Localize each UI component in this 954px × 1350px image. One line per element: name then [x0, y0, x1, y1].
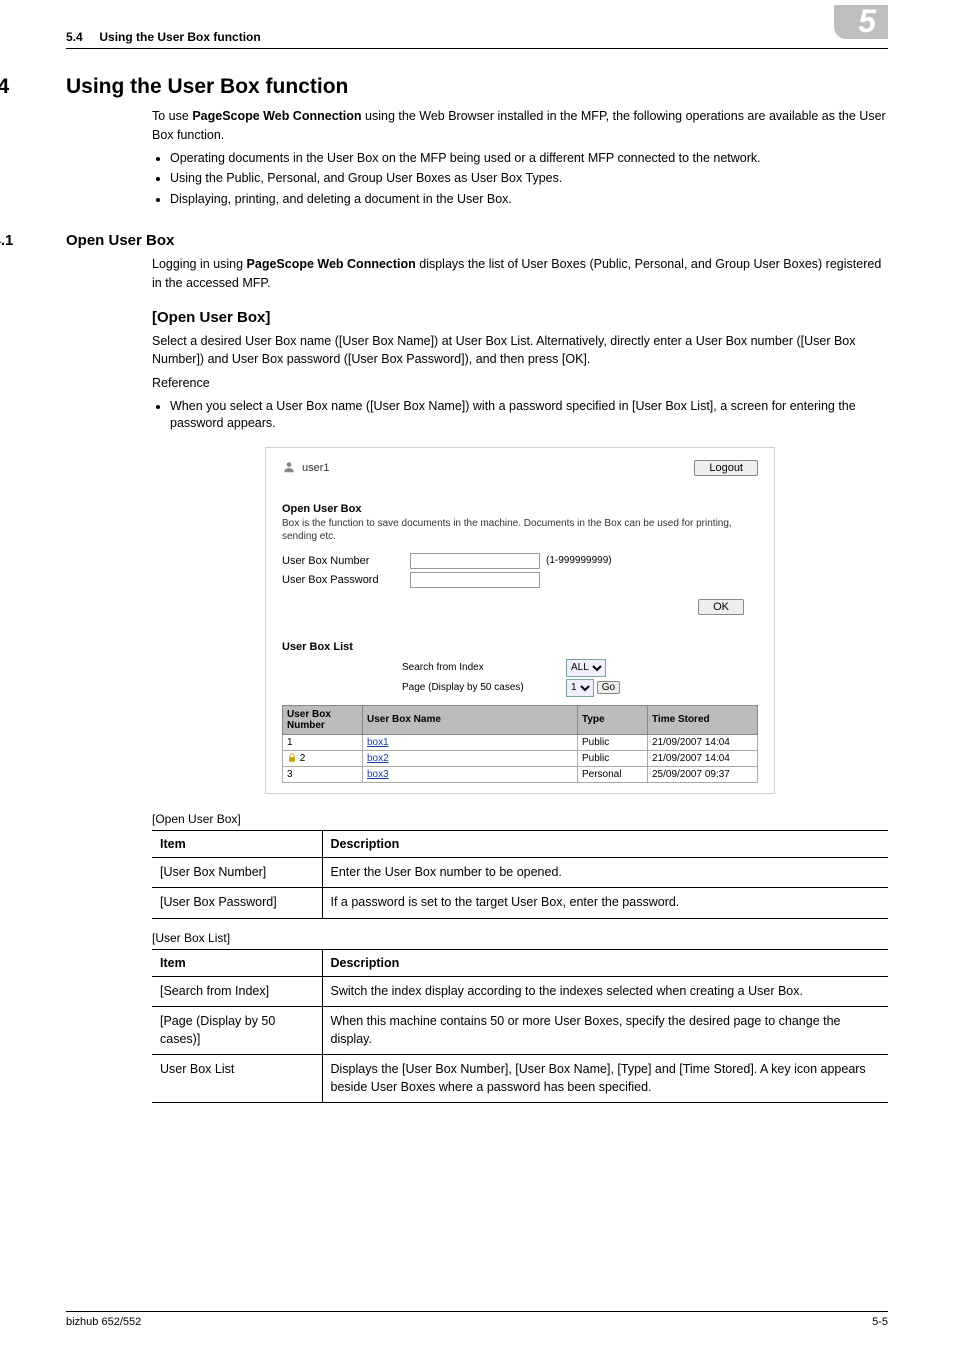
- subsection-num: 5.4.1: [0, 232, 66, 249]
- userbox-name-link[interactable]: box2: [367, 753, 389, 764]
- cell-item: [User Box Number]: [152, 857, 322, 888]
- userbox-password-input[interactable]: [410, 572, 540, 588]
- table-row: 2 box2 Public 21/09/2007 14:04: [283, 750, 758, 766]
- cell-item: [Page (Display by 50 cases)]: [152, 1007, 322, 1055]
- userbox-number-input[interactable]: [410, 553, 540, 569]
- username-label: user1: [302, 462, 330, 474]
- page-header: 5.4 Using the User Box function 5: [66, 30, 888, 49]
- cell-desc: Displays the [User Box Number], [User Bo…: [322, 1055, 888, 1103]
- cell-item: User Box List: [152, 1055, 322, 1103]
- userbox-name-link[interactable]: box3: [367, 769, 389, 780]
- cell-type: Public: [578, 734, 648, 750]
- section-heading-num: 5.4: [0, 75, 66, 99]
- cell-type: Personal: [578, 766, 648, 782]
- th-item: Item: [152, 830, 322, 857]
- table2-caption: [User Box List]: [152, 931, 888, 945]
- section-heading: 5.4 Using the User Box function: [0, 75, 888, 99]
- header-section-num: 5.4: [66, 30, 83, 44]
- footer-left: bizhub 652/552: [66, 1316, 141, 1328]
- ss-pwd-label: User Box Password: [282, 574, 410, 586]
- intro-bullet: Displaying, printing, and deleting a doc…: [170, 191, 888, 209]
- cell-desc: Switch the index display according to th…: [322, 976, 888, 1007]
- subsection-paragraph: Logging in using PageScope Web Connectio…: [152, 255, 888, 293]
- go-button[interactable]: Go: [597, 681, 620, 694]
- user-box-list-table: Item Description [Search from Index] Swi…: [152, 949, 888, 1104]
- table-row: User Box List Displays the [User Box Num…: [152, 1055, 888, 1103]
- subsection-heading: 5.4.1 Open User Box: [0, 232, 888, 249]
- cell-time: 21/09/2007 14:04: [648, 734, 758, 750]
- table-row: [Search from Index] Switch the index dis…: [152, 976, 888, 1007]
- reference-label: Reference: [152, 374, 888, 393]
- cell-time: 21/09/2007 14:04: [648, 750, 758, 766]
- cell-desc: If a password is set to the target User …: [322, 888, 888, 919]
- ss-num-label: User Box Number: [282, 555, 410, 567]
- table1-caption: [Open User Box]: [152, 812, 888, 826]
- header-section-title: Using the User Box function: [99, 30, 260, 44]
- open-user-box-paragraph: Select a desired User Box name ([User Bo…: [152, 332, 888, 370]
- userbox-name-link[interactable]: box1: [367, 737, 389, 748]
- col-userbox-number: User Box Number: [283, 705, 363, 734]
- ss-open-desc: Box is the function to save documents in…: [282, 517, 758, 543]
- th-desc: Description: [322, 830, 888, 857]
- footer-right: 5-5: [872, 1316, 888, 1328]
- ss-num-range: (1-999999999): [546, 555, 612, 566]
- cell-item: [User Box Password]: [152, 888, 322, 919]
- cell-desc: When this machine contains 50 or more Us…: [322, 1007, 888, 1055]
- search-index-select[interactable]: ALL: [566, 659, 606, 677]
- intro-paragraph: To use PageScope Web Connection using th…: [152, 107, 888, 145]
- col-time-stored: Time Stored: [648, 705, 758, 734]
- ok-button[interactable]: OK: [698, 599, 744, 615]
- table-row: [User Box Password] If a password is set…: [152, 888, 888, 919]
- open-user-box-table: Item Description [User Box Number] Enter…: [152, 830, 888, 919]
- cell-type: Public: [578, 750, 648, 766]
- table-row: [User Box Number] Enter the User Box num…: [152, 857, 888, 888]
- intro-bullet: Operating documents in the User Box on t…: [170, 150, 888, 168]
- intro-bullets: Operating documents in the User Box on t…: [152, 150, 888, 209]
- userbox-table: User Box Number User Box Name Type Time …: [282, 705, 758, 783]
- cell-item: [Search from Index]: [152, 976, 322, 1007]
- th-item: Item: [152, 949, 322, 976]
- subsection-title: Open User Box: [66, 232, 174, 249]
- cell-number: 1: [287, 737, 293, 748]
- webconnection-screenshot: user1 Logout Open User Box Box is the fu…: [265, 447, 775, 794]
- chapter-badge: 5: [834, 5, 888, 39]
- logout-button[interactable]: Logout: [694, 460, 758, 476]
- cell-time: 25/09/2007 09:37: [648, 766, 758, 782]
- reference-bullets: When you select a User Box name ([User B…: [152, 398, 888, 433]
- ss-search-label: Search from Index: [402, 662, 542, 673]
- col-type: Type: [578, 705, 648, 734]
- ss-page-label: Page (Display by 50 cases): [402, 682, 542, 693]
- open-user-box-heading: [Open User Box]: [152, 309, 888, 326]
- cell-number: 2: [300, 753, 306, 764]
- intro-bullet: Using the Public, Personal, and Group Us…: [170, 170, 888, 188]
- table-row: [Page (Display by 50 cases)] When this m…: [152, 1007, 888, 1055]
- reference-bullet: When you select a User Box name ([User B…: [170, 398, 888, 433]
- cell-desc: Enter the User Box number to be opened.: [322, 857, 888, 888]
- table-row: 3 box3 Personal 25/09/2007 09:37: [283, 766, 758, 782]
- ss-open-title: Open User Box: [282, 503, 758, 515]
- col-userbox-name: User Box Name: [363, 705, 578, 734]
- ss-list-title: User Box List: [282, 641, 758, 653]
- lock-icon: [287, 753, 300, 764]
- cell-number: 3: [287, 769, 293, 780]
- section-heading-text: Using the User Box function: [66, 75, 348, 99]
- table-row: 1 box1 Public 21/09/2007 14:04: [283, 734, 758, 750]
- th-desc: Description: [322, 949, 888, 976]
- page-select[interactable]: 1: [566, 679, 594, 697]
- user-icon: [282, 460, 296, 477]
- page-footer: bizhub 652/552 5-5: [66, 1311, 888, 1328]
